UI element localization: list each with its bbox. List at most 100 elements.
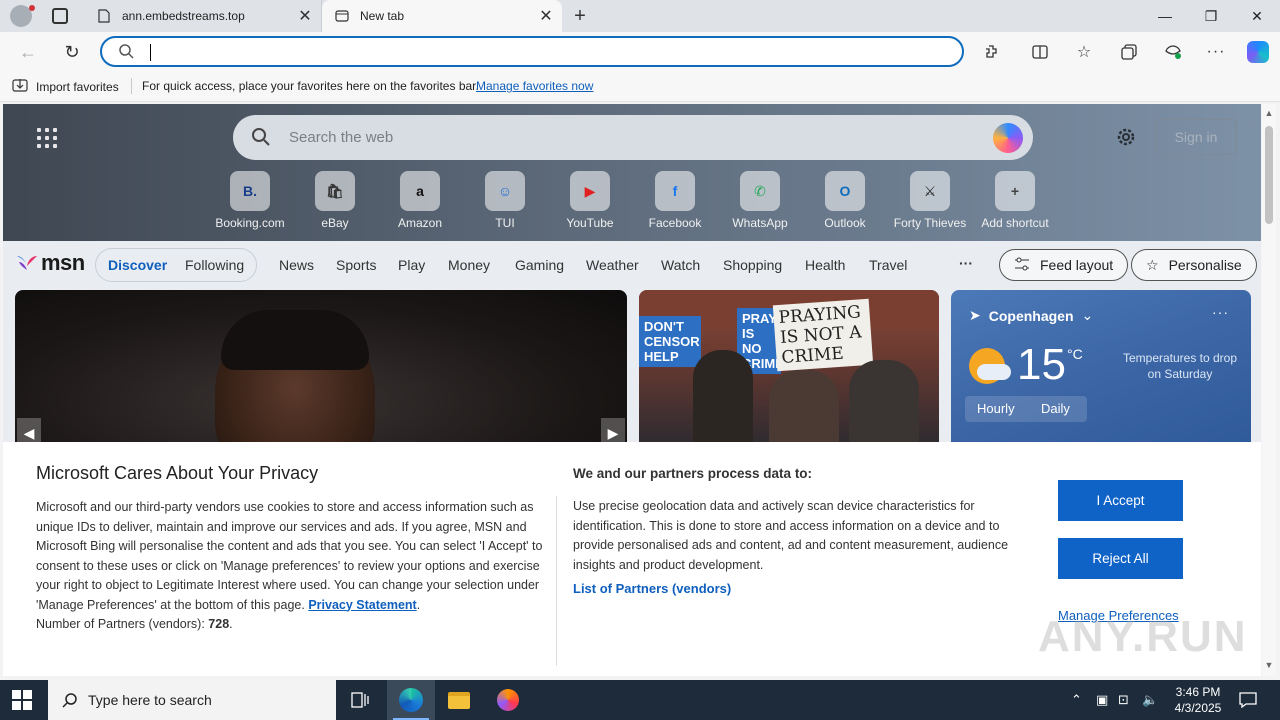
notifications-icon[interactable] bbox=[1224, 680, 1272, 720]
tab-following[interactable]: Following bbox=[185, 257, 244, 273]
close-tab-icon[interactable]: ✕ bbox=[534, 4, 558, 28]
shortcut-tui[interactable]: ☺ TUI bbox=[463, 171, 547, 230]
tab-hourly[interactable]: Hourly bbox=[977, 401, 1015, 416]
extensions-icon[interactable] bbox=[978, 38, 1006, 66]
shortcut-outlook[interactable]: O Outlook bbox=[803, 171, 887, 230]
address-bar[interactable] bbox=[100, 36, 964, 67]
tab-label: New tab bbox=[360, 9, 405, 23]
tab-new-tab[interactable]: New tab ✕ bbox=[322, 0, 562, 32]
copilot-icon[interactable] bbox=[1244, 38, 1272, 66]
protest-sign-1: DON'T CENSOR HELP bbox=[639, 316, 701, 367]
text-caret bbox=[150, 44, 151, 61]
scroll-thumb[interactable] bbox=[1265, 126, 1273, 224]
weather-card[interactable]: ➤ Copenhagen ⌄ ··· 15 °C Temperatures to… bbox=[951, 290, 1251, 450]
scroll-down-icon[interactable]: ▼ bbox=[1264, 660, 1274, 670]
refresh-icon[interactable]: ↻ bbox=[58, 38, 86, 66]
more-menu-icon[interactable]: ··· bbox=[1202, 38, 1230, 66]
nav-shopping[interactable]: Shopping bbox=[723, 257, 782, 273]
window-close-icon[interactable]: ✕ bbox=[1234, 0, 1280, 32]
favorites-hint: For quick access, place your favorites h… bbox=[142, 79, 479, 93]
collections-icon[interactable] bbox=[1115, 38, 1143, 66]
msn-logo[interactable]: msn bbox=[15, 250, 85, 276]
minimize-icon[interactable]: — bbox=[1142, 0, 1188, 32]
weather-location[interactable]: ➤ Copenhagen ⌄ bbox=[969, 307, 1093, 324]
nav-sports[interactable]: Sports bbox=[336, 257, 376, 273]
shortcut-label: Add shortcut bbox=[981, 216, 1049, 230]
tab-daily[interactable]: Daily bbox=[1041, 401, 1070, 416]
chevron-down-icon: ⌄ bbox=[1081, 307, 1094, 323]
firefox-icon[interactable] bbox=[484, 680, 532, 720]
shortcut-icon: 🛍 bbox=[315, 171, 355, 211]
import-favorites-button[interactable]: Import favorites bbox=[12, 78, 119, 95]
tab-embedstreams[interactable]: ann.embedstreams.top ✕ bbox=[84, 0, 322, 32]
nav-gaming[interactable]: Gaming bbox=[515, 257, 564, 273]
tray-device-icon[interactable]: ▣ bbox=[1096, 692, 1108, 708]
settings-gear-icon[interactable] bbox=[1115, 126, 1137, 153]
shortcut-youtube[interactable]: ▶ YouTube bbox=[548, 171, 632, 230]
copilot-search-icon[interactable] bbox=[993, 123, 1023, 153]
favorites-star-icon[interactable]: ☆ bbox=[1070, 38, 1098, 66]
restore-icon[interactable]: ❐ bbox=[1188, 0, 1234, 32]
partners-list-link[interactable]: List of Partners (vendors) bbox=[573, 581, 731, 596]
web-search-box[interactable]: Search the web bbox=[233, 115, 1033, 160]
nav-travel[interactable]: Travel bbox=[869, 257, 907, 273]
nav-health[interactable]: Health bbox=[805, 257, 845, 273]
feed-layout-label: Feed layout bbox=[1040, 257, 1114, 273]
import-favorites-label: Import favorites bbox=[36, 79, 119, 94]
personalise-button[interactable]: ☆ Personalise bbox=[1131, 249, 1257, 281]
volume-icon[interactable]: 🔈 bbox=[1142, 692, 1158, 708]
shortcut-amazon[interactable]: a Amazon bbox=[378, 171, 462, 230]
tab-actions-icon[interactable] bbox=[52, 8, 68, 24]
taskbar-clock[interactable]: 3:46 PM 4/3/2025 bbox=[1170, 684, 1226, 716]
new-tab-plus-icon[interactable]: + bbox=[568, 4, 592, 28]
tab-label: ann.embedstreams.top bbox=[122, 9, 245, 23]
more-categories-icon[interactable]: ··· bbox=[959, 255, 973, 271]
shortcut-icon: ✆ bbox=[740, 171, 780, 211]
accept-button[interactable]: I Accept bbox=[1058, 480, 1183, 521]
privacy-title: Microsoft Cares About Your Privacy bbox=[36, 463, 319, 483]
news-card-hero[interactable]: ◀ ▶ bbox=[15, 290, 627, 450]
nav-play[interactable]: Play bbox=[398, 257, 425, 273]
close-tab-icon[interactable]: ✕ bbox=[293, 4, 317, 28]
shortcut-whatsapp[interactable]: ✆ WhatsApp bbox=[718, 171, 802, 230]
reject-all-button[interactable]: Reject All bbox=[1058, 538, 1183, 579]
tab-discover[interactable]: Discover bbox=[108, 257, 167, 273]
import-icon bbox=[12, 78, 28, 95]
windows-start-icon[interactable] bbox=[12, 690, 32, 710]
news-card-protest[interactable]: DON'T CENSOR HELP PRAY IS NO CRIME PRAYI… bbox=[639, 290, 939, 450]
edge-taskbar-icon[interactable] bbox=[387, 680, 435, 720]
nav-money[interactable]: Money bbox=[448, 257, 490, 273]
app-launcher-icon[interactable] bbox=[37, 128, 57, 148]
privacy-body: Microsoft and our third-party vendors us… bbox=[36, 498, 546, 635]
sparkle-icon: ☆ bbox=[1146, 256, 1159, 273]
shortcut-facebook[interactable]: f Facebook bbox=[633, 171, 717, 230]
nav-news[interactable]: News bbox=[279, 257, 314, 273]
task-view-icon[interactable] bbox=[336, 680, 384, 720]
shortcut-booking-com[interactable]: B. Booking.com bbox=[208, 171, 292, 230]
shortcut-label: Facebook bbox=[648, 216, 702, 230]
weather-more-icon[interactable]: ··· bbox=[1212, 304, 1229, 320]
favorites-bar: Import favorites For quick access, place… bbox=[0, 70, 1280, 102]
privacy-statement-link[interactable]: Privacy Statement bbox=[308, 598, 416, 612]
nav-watch[interactable]: Watch bbox=[661, 257, 700, 273]
file-explorer-icon[interactable] bbox=[435, 680, 483, 720]
shortcut-label: WhatsApp bbox=[732, 216, 788, 230]
shortcut-forty-thieves[interactable]: ⚔ Forty Thieves bbox=[888, 171, 972, 230]
sign-in-button[interactable]: Sign in bbox=[1155, 119, 1237, 155]
split-screen-icon[interactable] bbox=[1026, 38, 1054, 66]
weather-unit: °C bbox=[1067, 346, 1083, 362]
taskbar-search-placeholder: Type here to search bbox=[88, 692, 212, 708]
feed-layout-button[interactable]: Feed layout bbox=[999, 249, 1129, 281]
shortcut-add-shortcut[interactable]: + Add shortcut bbox=[973, 171, 1057, 230]
scroll-up-icon[interactable]: ▲ bbox=[1264, 108, 1274, 118]
back-icon[interactable]: ← bbox=[14, 38, 42, 66]
page-scrollbar[interactable]: ▲ ▼ bbox=[1262, 104, 1276, 676]
taskbar-search-box[interactable]: Type here to search bbox=[48, 680, 336, 720]
nav-weather[interactable]: Weather bbox=[586, 257, 639, 273]
shortcut-label: Amazon bbox=[397, 216, 443, 230]
network-icon[interactable]: ⊡ bbox=[1118, 692, 1129, 708]
browser-essentials-icon[interactable] bbox=[1159, 38, 1187, 66]
manage-favorites-link[interactable]: Manage favorites now bbox=[476, 79, 593, 93]
shortcut-ebay[interactable]: 🛍 eBay bbox=[293, 171, 377, 230]
tray-chevron-up-icon[interactable]: ⌃ bbox=[1071, 692, 1082, 708]
